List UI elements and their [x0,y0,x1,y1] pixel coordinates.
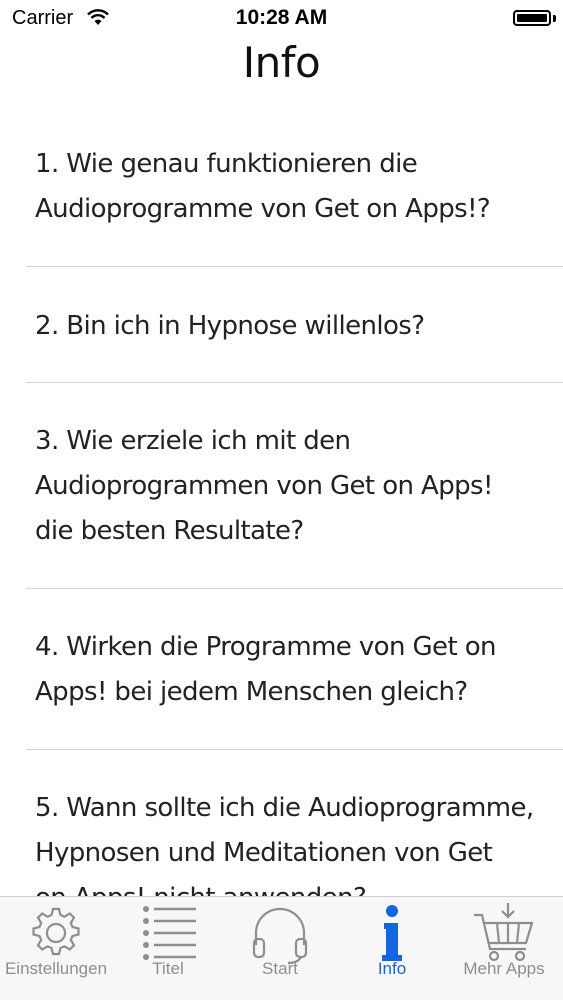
faq-question: 4. Wirken die Programme von Get on Apps!… [35,632,497,707]
tab-bar: Einstellungen Titel Start Info Mehr Apps [0,896,563,1000]
tab-info[interactable]: Info [336,897,448,1001]
battery-icon [513,10,551,26]
tab-label: Titel [152,959,184,978]
headphones-icon [224,901,336,965]
divider [26,266,563,267]
status-bar: Carrier 10:28 AM [0,0,563,38]
faq-question: 3. Wie erziele ich mit den Audioprogramm… [35,426,493,546]
tab-titel[interactable]: Titel [112,897,224,1001]
tab-einstellungen[interactable]: Einstellungen [0,897,112,1001]
faq-item-5[interactable]: 5. Wann sollte ich die Audioprogramme, H… [0,750,563,896]
status-time: 10:28 AM [235,6,328,29]
cart-icon [448,901,560,965]
faq-item-4[interactable]: 4. Wirken die Programme von Get on Apps!… [0,589,563,750]
tab-label: Info [377,959,407,978]
battery-tip [553,15,556,22]
tab-start[interactable]: Start [224,897,336,1001]
faq-item-1[interactable]: 1. Wie genau funktionieren die Audioprog… [0,118,563,268]
faq-item-2[interactable]: 2. Bin ich in Hypnose willenlos? [0,268,563,383]
tab-label: Mehr Apps [463,959,545,978]
faq-question: 1. Wie genau funktionieren die Audioprog… [35,149,491,224]
tab-label: Start [262,959,298,978]
tab-mehr-apps[interactable]: Mehr Apps [448,897,560,1001]
info-icon [336,901,448,965]
list-icon [112,901,224,965]
tab-label: Einstellungen [4,959,108,978]
faq-question: 5. Wann sollte ich die Audioprogramme, H… [35,793,534,896]
faq-question: 2. Bin ich in Hypnose willenlos? [35,311,425,341]
faq-list[interactable]: 1. Wie genau funktionieren die Audioprog… [0,118,563,896]
gear-icon [0,901,112,965]
page-title: Info [242,38,321,87]
faq-item-3[interactable]: 3. Wie erziele ich mit den Audioprogramm… [0,383,563,589]
